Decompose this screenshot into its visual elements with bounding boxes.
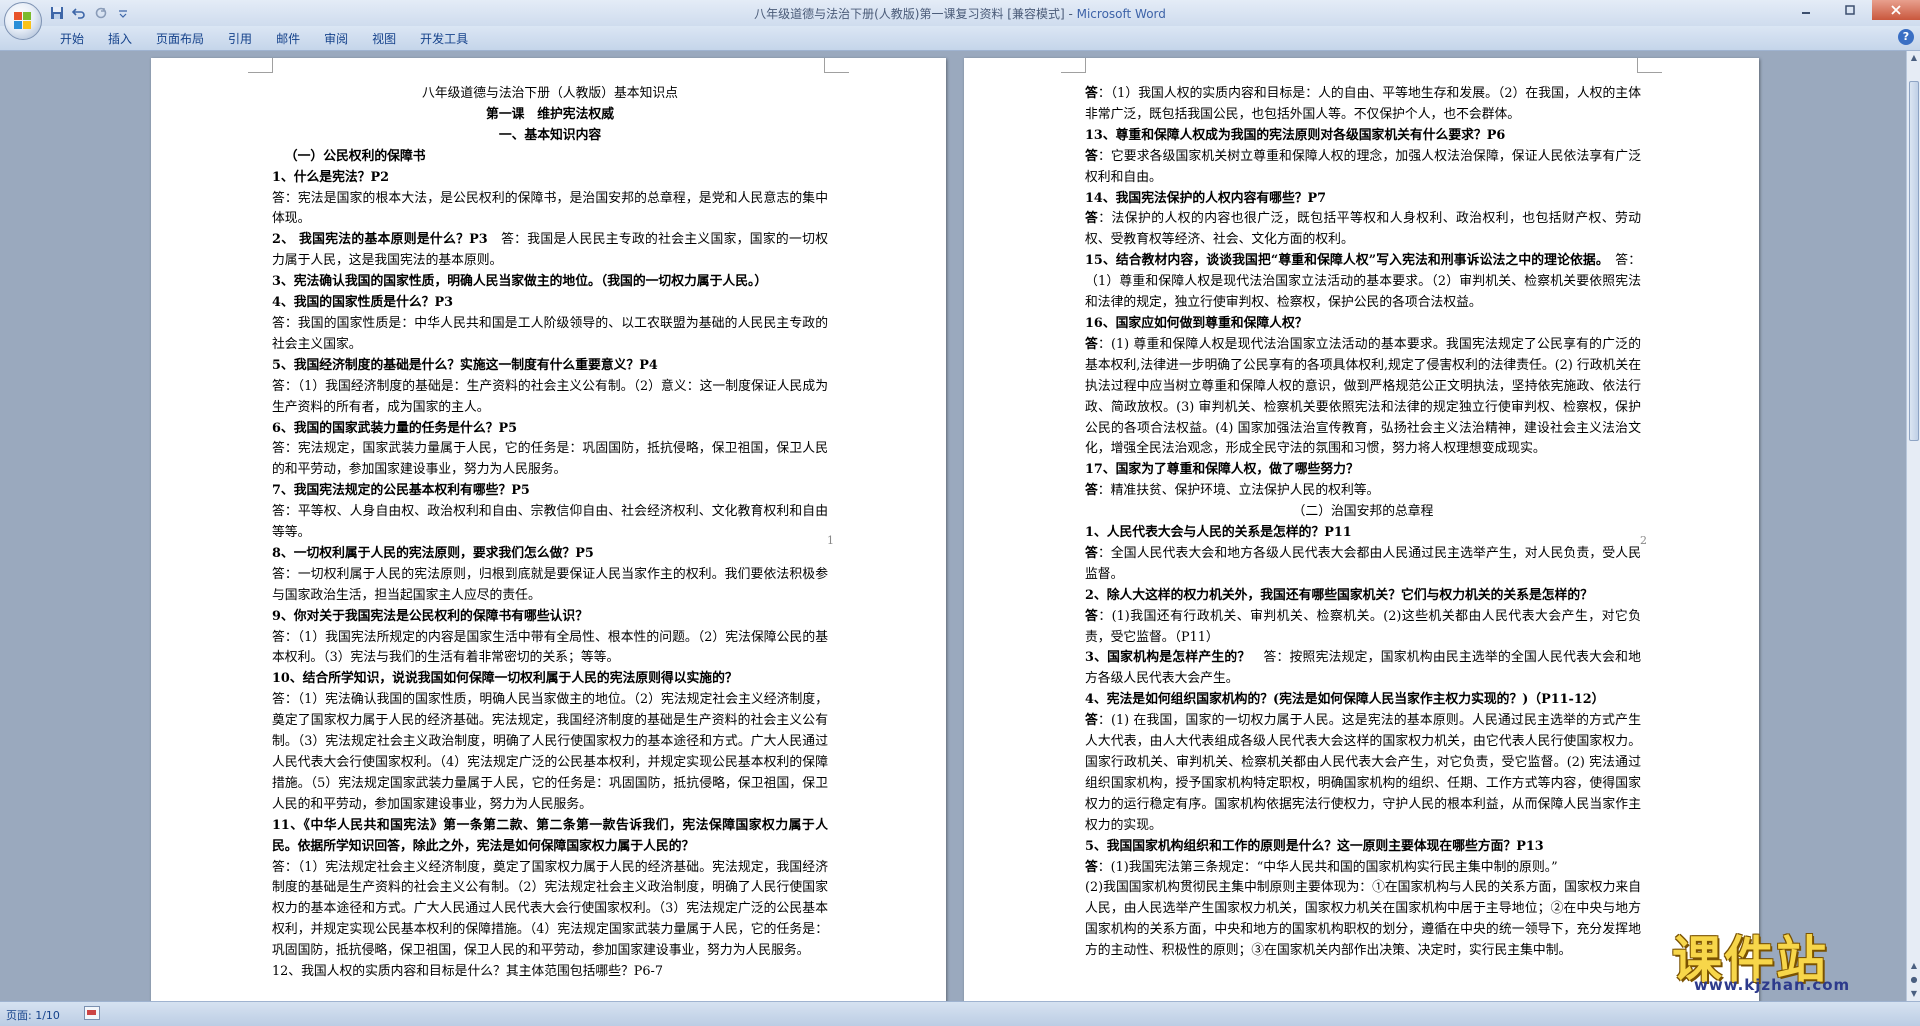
paragraph[interactable]: 11、《中华人民共和国宪法》第一条第二款、第二条第一款告诉我们，宪法保障国家权力…: [272, 816, 828, 858]
ribbon-tab[interactable]: 插入: [96, 29, 144, 49]
paragraph[interactable]: 答：全国人民代表大会和地方各级人民代表大会都由人民通过民主选举产生，对人民负责，…: [1085, 544, 1641, 586]
paragraph[interactable]: 答：（1）我国人权的实质内容和目标是：人的自由、平等地生存和发展。（2）在我国，…: [1085, 84, 1641, 126]
paragraph[interactable]: 答：(1)我国还有行政机关、审判机关、检察机关。(2)这些机关都由人民代表大会产…: [1085, 607, 1641, 649]
scroll-thumb[interactable]: [1909, 81, 1919, 441]
ribbon-tab[interactable]: 邮件: [264, 29, 312, 49]
office-logo-icon: [14, 12, 32, 30]
paragraph[interactable]: 12、我国人权的实质内容和目标是什么？其主体范围包括哪些？P6-7: [272, 962, 828, 983]
paragraph[interactable]: 第一课 维护宪法权威: [272, 105, 828, 126]
scroll-up-icon[interactable]: ▲: [1907, 51, 1920, 65]
document-title: 八年级道德与法治下册(人教版)第一课复习资料 [兼容模式] -: [754, 7, 1077, 21]
help-icon[interactable]: ?: [1898, 29, 1914, 45]
page-number: 2: [1640, 534, 1647, 547]
page-2-content[interactable]: 答：（1）我国人权的实质内容和目标是：人的自由、平等地生存和发展。（2）在我国，…: [1085, 84, 1641, 962]
paragraph[interactable]: 4、宪法是如何组织国家机构的？(宪法是如何保障人民当家作主权力实现的？)（P11…: [1085, 690, 1641, 711]
language-icon[interactable]: [84, 1006, 100, 1020]
paragraph[interactable]: 4、我国的国家性质是什么？P3: [272, 293, 828, 314]
paragraph[interactable]: 14、我国宪法保护的人权内容有哪些？P7: [1085, 189, 1641, 210]
page-1[interactable]: 八年级道德与法治下册（人教版）基本知识点 第一课 维护宪法权威 一、基本知识内容 （一…: [151, 58, 946, 1001]
paragraph[interactable]: 答：平等权、人身自由权、政治权利和自由、宗教信仰自由、社会经济权利、文化教育权利…: [272, 502, 828, 544]
paragraph[interactable]: 5、我国经济制度的基础是什么？实施这一制度有什么重要意义？P4: [272, 356, 828, 377]
paragraph[interactable]: 答：（1）我国经济制度的基础是：生产资料的社会主义公有制。（2）意义：这一制度保…: [272, 377, 828, 419]
paragraph[interactable]: 17、国家为了尊重和保障人权，做了哪些努力？: [1085, 460, 1641, 481]
ribbon-tab-bar: 开始 插入 页面布局 引用 邮件 审阅 视图 开发工具 ?: [0, 26, 1920, 51]
paragraph[interactable]: 15、结合教材内容，谈谈我国把“尊重和保障人权”写入宪法和刑事诉讼法之中的理论依…: [1085, 251, 1641, 314]
paragraph[interactable]: 答：（1）宪法确认我国的国家性质，明确人民当家做主的地位。（2）宪法规定社会主义…: [272, 690, 828, 815]
paragraph[interactable]: 5、我国国家机构组织和工作的原则是什么？这一原则主要体现在哪些方面？P13: [1085, 837, 1641, 858]
paragraph[interactable]: （一）公民权利的保障书: [272, 147, 828, 168]
paragraph[interactable]: 7、我国宪法规定的公民基本权利有哪些？P5: [272, 481, 828, 502]
ribbon-tab[interactable]: 引用: [216, 29, 264, 49]
paragraph[interactable]: 答：精准扶贫、保护环境、立法保护人民的权利等。: [1085, 481, 1641, 502]
crop-mark: [1637, 58, 1662, 73]
watermark: 课件站 www.kjzhan.com: [1672, 920, 1902, 996]
ribbon-tab[interactable]: 页面布局: [144, 29, 216, 49]
paragraph[interactable]: 2、 我国宪法的基本原则是什么？P3 答：我国是人民民主专政的社会主义国家，国家…: [272, 230, 828, 272]
page-1-content[interactable]: 八年级道德与法治下册（人教版）基本知识点 第一课 维护宪法权威 一、基本知识内容 （一…: [272, 84, 828, 983]
paragraph[interactable]: 答：法保护的人权的内容也很广泛，既包括平等权和人身权利、政治权利，也包括财产权、…: [1085, 209, 1641, 251]
paragraph[interactable]: 答：（1）宪法规定社会主义经济制度，奠定了国家权力属于人民的经济基础。宪法规定，…: [272, 858, 828, 963]
paragraph[interactable]: 1、什么是宪法？P2: [272, 168, 828, 189]
paragraph[interactable]: 9、你对关于我国宪法是公民权利的保障书有哪些认识？: [272, 607, 828, 628]
paragraph[interactable]: 16、国家应如何做到尊重和保障人权？: [1085, 314, 1641, 335]
paragraph[interactable]: 10、结合所学知识，说说我国如何保障一切权利属于人民的宪法原则得以实施的？: [272, 669, 828, 690]
close-icon[interactable]: [1872, 0, 1920, 20]
paragraph[interactable]: 答：(1) 尊重和保障人权是现代法治国家立法活动的基本要求。我国宪法规定了公民享…: [1085, 335, 1641, 460]
paragraph[interactable]: 13、尊重和保障人权成为我国的宪法原则对各级国家机关有什么要求？P6: [1085, 126, 1641, 147]
ribbon-tab[interactable]: 开始: [48, 29, 96, 49]
window-title: 八年级道德与法治下册(人教版)第一课复习资料 [兼容模式] - Microsof…: [0, 5, 1920, 22]
paragraph[interactable]: 2、除人大这样的权力机关外，我国还有哪些国家机关？它们与权力机关的关系是怎样的？: [1085, 586, 1641, 607]
next-page-icon[interactable]: ▼: [1907, 987, 1920, 1001]
ribbon-tab[interactable]: 视图: [360, 29, 408, 49]
ribbon-tabs: 开始 插入 页面布局 引用 邮件 审阅 视图 开发工具: [48, 29, 480, 49]
crop-mark: [1061, 58, 1086, 73]
paragraph[interactable]: 八年级道德与法治下册（人教版）基本知识点: [272, 84, 828, 105]
paragraph[interactable]: （二）治国安邦的总章程: [1085, 502, 1641, 523]
paragraph[interactable]: 1、人民代表大会与人民的关系是怎样的？P11: [1085, 523, 1641, 544]
paragraph[interactable]: 答：宪法是国家的根本大法，是公民权利的保障书，是治国安邦的总章程，是党和人民意志…: [272, 189, 828, 231]
vertical-scrollbar[interactable]: ▲ ▲ ● ▼: [1906, 51, 1920, 1001]
paragraph[interactable]: 答：它要求各级国家机关树立尊重和保障人权的理念，加强人权法治保障，保证人民依法享…: [1085, 147, 1641, 189]
window-controls: [1784, 0, 1920, 20]
watermark-url: www.kjzhan.com: [1694, 976, 1851, 994]
browse-object-icon[interactable]: ●: [1907, 973, 1920, 987]
paragraph[interactable]: 8、一切权利属于人民的宪法原则，要求我们怎么做？P5: [272, 544, 828, 565]
office-button[interactable]: [4, 2, 42, 40]
paragraph[interactable]: (2)我国国家机构贯彻民主集中制原则主要体现为：①在国家机构与人民的关系方面，国…: [1085, 878, 1641, 962]
paragraph[interactable]: 答：(1)我国宪法第三条规定：“中华人民共和国的国家机构实行民主集中制的原则。”: [1085, 858, 1641, 879]
crop-mark: [824, 58, 849, 73]
prev-page-icon[interactable]: ▲: [1907, 959, 1920, 973]
page-number: 1: [827, 534, 834, 547]
paragraph[interactable]: 答：我国的国家性质是：中华人民共和国是工人阶级领导的、以工农联盟为基础的人民民主…: [272, 314, 828, 356]
crop-mark: [248, 58, 273, 73]
paragraph[interactable]: 答：宪法规定，国家武装力量属于人民，它的任务是：巩固国防，抵抗侵略，保卫祖国，保…: [272, 439, 828, 481]
title-bar: 八年级道德与法治下册(人教版)第一课复习资料 [兼容模式] - Microsof…: [0, 0, 1920, 40]
paragraph[interactable]: 答：（1）我国宪法所规定的内容是国家生活中带有全局性、根本性的问题。（2）宪法保…: [272, 628, 828, 670]
paragraph[interactable]: 答：(1) 在我国，国家的一切权力属于人民。这是宪法的基本原则。人民通过民主选举…: [1085, 711, 1641, 836]
document-area[interactable]: 八年级道德与法治下册（人教版）基本知识点 第一课 维护宪法权威 一、基本知识内容 （一…: [0, 51, 1906, 1001]
paragraph[interactable]: 答：一切权利属于人民的宪法原则，归根到底就是要保证人民当家作主的权利。我们要依法…: [272, 565, 828, 607]
page-count[interactable]: 页面: 1/10: [6, 1007, 60, 1023]
paragraph[interactable]: 6、我国的国家武装力量的任务是什么？P5: [272, 419, 828, 440]
app-name: Microsoft Word: [1076, 7, 1166, 21]
ribbon-tab[interactable]: 开发工具: [408, 29, 480, 49]
paragraph[interactable]: 3、宪法确认我国的国家性质，明确人民当家做主的地位。（我国的一切权力属于人民。）: [272, 272, 828, 293]
minimize-icon[interactable]: [1784, 0, 1828, 20]
paragraph[interactable]: 3、国家机构是怎样产生的？ 答：按照宪法规定，国家机构由民主选举的全国人民代表大…: [1085, 648, 1641, 690]
page-2[interactable]: 答：（1）我国人权的实质内容和目标是：人的自由、平等地生存和发展。（2）在我国，…: [964, 58, 1759, 1001]
paragraph[interactable]: 一、基本知识内容: [272, 126, 828, 147]
ribbon-tab[interactable]: 审阅: [312, 29, 360, 49]
status-bar: 页面: 1/10: [0, 1001, 1920, 1026]
maximize-icon[interactable]: [1828, 0, 1872, 20]
